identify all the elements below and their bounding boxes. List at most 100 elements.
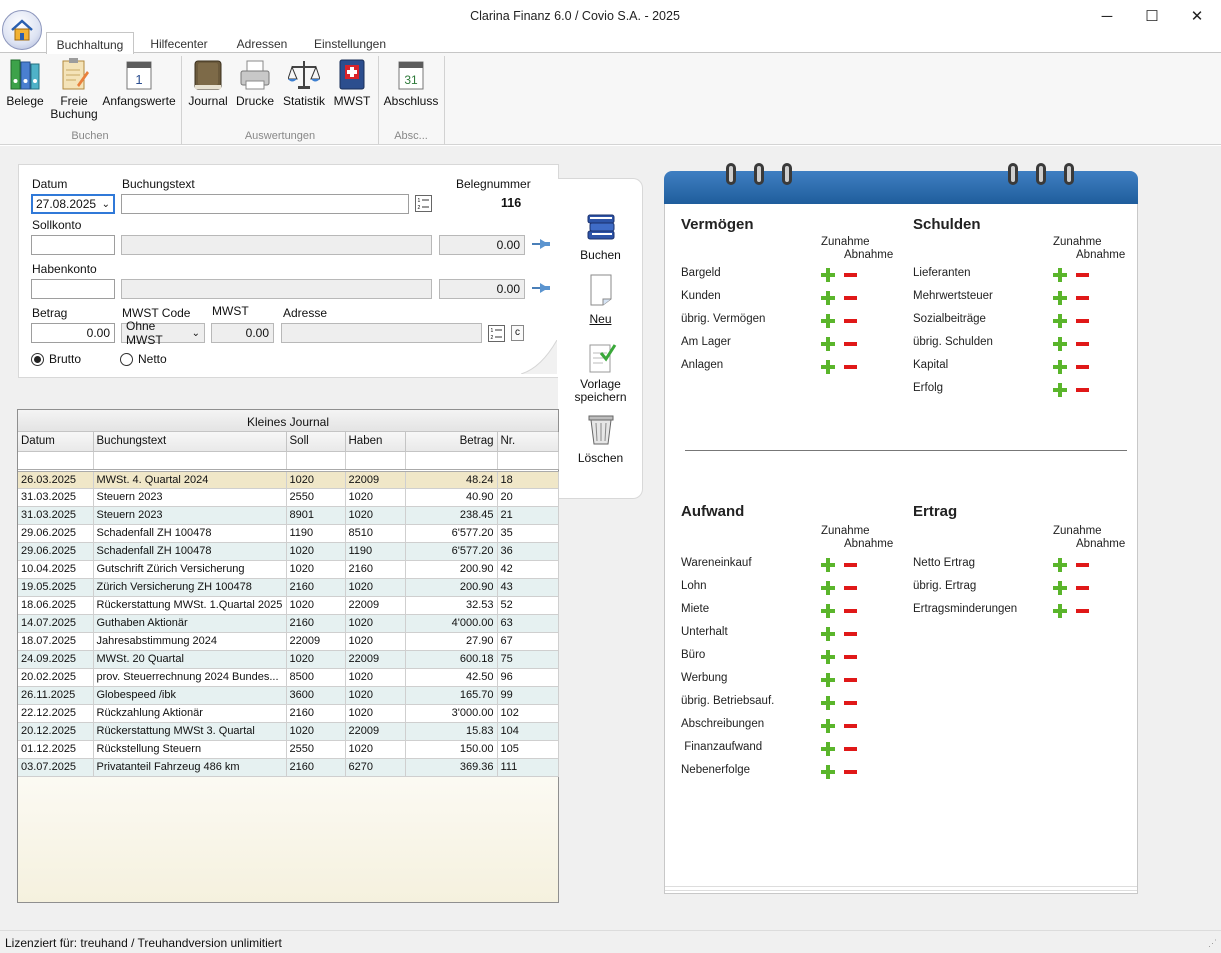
list-picker-icon[interactable]: 12 <box>488 325 505 342</box>
table-row[interactable]: 18.07.2025 Jahresabstimmung 2024 22009 1020… <box>18 632 559 651</box>
minus-icon[interactable] <box>1076 342 1089 346</box>
brutto-radio[interactable]: Brutto <box>31 352 81 366</box>
minus-icon[interactable] <box>844 586 857 590</box>
sollkonto-input[interactable] <box>31 235 115 255</box>
anfangswerte-button[interactable]: 1 Anfangswerte <box>102 57 176 108</box>
minus-icon[interactable] <box>844 273 857 277</box>
table-row[interactable]: 24.09.2025 MWSt. 20 Quartal 1020 22009 600.1… <box>18 650 559 669</box>
mwst-code-select[interactable]: Ohne MWST ⌄ <box>121 319 205 347</box>
plus-icon[interactable] <box>1053 337 1067 351</box>
table-row[interactable]: 29.06.2025 Schadenfall ZH 100478 1020 1190 6… <box>18 542 559 561</box>
plus-icon[interactable] <box>821 581 835 595</box>
filter-cell[interactable] <box>345 451 406 472</box>
table-row[interactable]: 31.03.2025 Steuern 2023 2550 1020 40.90 20 <box>18 488 559 507</box>
plus-icon[interactable] <box>1053 268 1067 282</box>
close-button[interactable]: ✕ <box>1174 0 1220 32</box>
minus-icon[interactable] <box>844 296 857 300</box>
plus-icon[interactable] <box>821 742 835 756</box>
filter-cell[interactable] <box>405 451 498 472</box>
neu-button[interactable]: Neu <box>558 273 643 326</box>
table-row[interactable]: 20.02.2025 prov. Steuerrechnung 2024 Bund… <box>18 668 559 687</box>
tab-adressen[interactable]: Adressen <box>226 32 298 53</box>
col-soll[interactable]: Soll <box>286 432 346 452</box>
plus-icon[interactable] <box>821 314 835 328</box>
belege-button[interactable]: Belege <box>6 57 44 108</box>
plus-icon[interactable] <box>821 360 835 374</box>
plus-icon[interactable] <box>821 337 835 351</box>
mwst-button[interactable]: MWST <box>332 57 372 108</box>
minus-icon[interactable] <box>844 701 857 705</box>
adresse-input[interactable] <box>281 323 482 343</box>
plus-icon[interactable] <box>821 696 835 710</box>
minus-icon[interactable] <box>844 342 857 346</box>
datum-picker[interactable]: 27.08.2025 ⌄ <box>31 194 115 214</box>
filter-cell[interactable] <box>286 451 346 472</box>
table-row[interactable]: 22.12.2025 Rückzahlung Aktionär 2160 1020 3'… <box>18 704 559 723</box>
table-row[interactable]: 26.11.2025 Globespeed /ibk 3600 1020 165.70 9… <box>18 686 559 705</box>
plus-icon[interactable] <box>821 719 835 733</box>
minus-icon[interactable] <box>1076 319 1089 323</box>
tab-hilfecenter[interactable]: Hilfecenter <box>140 32 218 53</box>
minus-icon[interactable] <box>1076 296 1089 300</box>
table-row[interactable]: 18.06.2025 Rückerstattung MWSt. 1.Quartal… <box>18 596 559 615</box>
plus-icon[interactable] <box>821 765 835 779</box>
minus-icon[interactable] <box>844 770 857 774</box>
col-buchungstext[interactable]: Buchungstext <box>93 432 287 452</box>
resize-grip-icon[interactable]: ⋰ <box>1208 938 1217 949</box>
plus-icon[interactable] <box>821 558 835 572</box>
col-nr[interactable]: Nr. <box>497 432 559 452</box>
minus-icon[interactable] <box>844 365 857 369</box>
tab-einstellungen[interactable]: Einstellungen <box>306 32 394 53</box>
minus-icon[interactable] <box>1076 273 1089 277</box>
table-row[interactable]: 10.04.2025 Gutschrift Zürich Versicherung… <box>18 560 559 579</box>
abschluss-button[interactable]: 31 Abschluss <box>384 57 438 108</box>
plus-icon[interactable] <box>821 291 835 305</box>
plus-icon[interactable] <box>821 627 835 641</box>
statistik-button[interactable]: Statistik <box>282 57 326 108</box>
plus-icon[interactable] <box>821 268 835 282</box>
plus-icon[interactable] <box>1053 558 1067 572</box>
drucke-button[interactable]: Drucke <box>235 57 275 108</box>
netto-radio[interactable]: Netto <box>120 352 167 366</box>
filter-cell[interactable] <box>497 451 559 472</box>
plus-icon[interactable] <box>821 650 835 664</box>
minus-icon[interactable] <box>1076 609 1089 613</box>
loeschen-button[interactable]: Löschen <box>558 412 643 465</box>
maximize-button[interactable]: ☐ <box>1129 0 1175 32</box>
plus-icon[interactable] <box>1053 314 1067 328</box>
filter-cell[interactable] <box>18 451 94 472</box>
tab-buchhaltung[interactable]: Buchhaltung <box>46 32 134 54</box>
journal-button[interactable]: Journal <box>188 57 228 108</box>
minus-icon[interactable] <box>844 609 857 613</box>
clear-address-button[interactable]: c <box>511 325 524 341</box>
minimize-button[interactable]: ─ <box>1084 0 1130 32</box>
freie-buchung-button[interactable]: Freie Buchung <box>50 57 98 121</box>
minus-icon[interactable] <box>844 747 857 751</box>
list-picker-icon[interactable]: 12 <box>415 195 432 212</box>
minus-icon[interactable] <box>1076 586 1089 590</box>
plus-icon[interactable] <box>1053 360 1067 374</box>
plus-icon[interactable] <box>1053 581 1067 595</box>
minus-icon[interactable] <box>1076 365 1089 369</box>
pin-icon[interactable] <box>531 237 551 254</box>
buchungstext-input[interactable] <box>121 194 409 214</box>
col-haben[interactable]: Haben <box>345 432 406 452</box>
col-datum[interactable]: Datum <box>18 432 94 452</box>
table-row[interactable]: 01.12.2025 Rückstellung Steuern 2550 1020 15… <box>18 740 559 759</box>
vorlage-speichern-button[interactable]: Vorlage speichern <box>558 341 643 404</box>
plus-icon[interactable] <box>821 673 835 687</box>
minus-icon[interactable] <box>1076 388 1089 392</box>
habenkonto-input[interactable] <box>31 279 115 299</box>
minus-icon[interactable] <box>844 724 857 728</box>
table-row[interactable]: 31.03.2025 Steuern 2023 8901 1020 238.45 21 <box>18 506 559 525</box>
table-row[interactable]: 03.07.2025 Privatanteil Fahrzeug 486 km 21… <box>18 758 559 777</box>
table-row[interactable]: 14.07.2025 Guthaben Aktionär 2160 1020 4'000… <box>18 614 559 633</box>
plus-icon[interactable] <box>1053 291 1067 305</box>
plus-icon[interactable] <box>1053 383 1067 397</box>
minus-icon[interactable] <box>844 632 857 636</box>
home-button[interactable] <box>2 10 42 50</box>
table-row[interactable]: 26.03.2025 MWSt. 4. Quartal 2024 1020 22009… <box>18 470 559 489</box>
plus-icon[interactable] <box>1053 604 1067 618</box>
betrag-input[interactable]: 0.00 <box>31 323 115 343</box>
minus-icon[interactable] <box>844 563 857 567</box>
